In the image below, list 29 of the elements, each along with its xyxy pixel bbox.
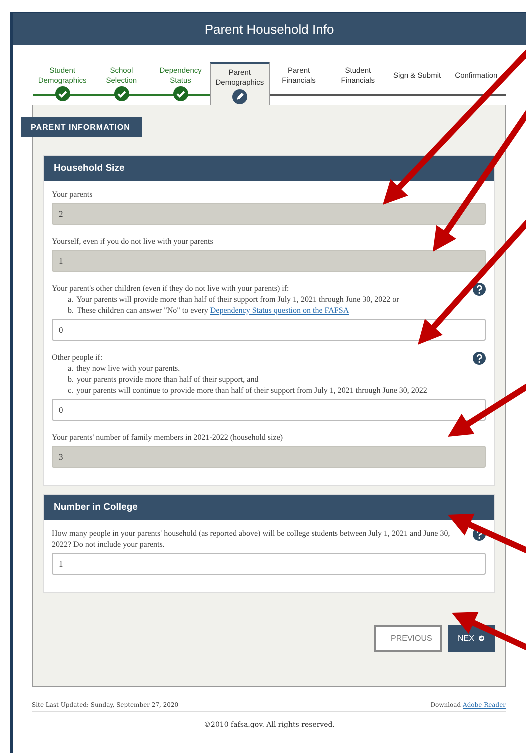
number-field[interactable]: 1 [52, 553, 486, 575]
list-text: These children can answer "No" to every Dependency Status question on the FAFSA [77, 305, 350, 316]
check-icon [54, 86, 71, 102]
list-marker: a. [68, 294, 74, 305]
section-header: Household Size [44, 156, 494, 181]
list-text: Your parents will provide more than half of their support from July 1, 2021 through June 30, 2022 or [76, 294, 400, 305]
list-marker: b. [68, 374, 74, 385]
right-arrow-icon [479, 634, 485, 643]
check-icon [114, 86, 130, 102]
page-title: Parent Household Info [13, 13, 526, 45]
field-label: Other people if: [52, 352, 104, 363]
list-text: your parents provide more than half of their support, and [77, 374, 259, 385]
list-text: your parents will continue to provide more than half of their support from July 1, 2021 through June 30, 2022 [76, 385, 428, 396]
section-header: Number in College [44, 495, 494, 520]
number-field[interactable]: 0 [52, 399, 486, 421]
field-label: How many people in your parents' household (as reported above) will be college students between July 1, 2021 and June 30, 2022? Do not include your parents. [52, 528, 452, 550]
list-marker: a. [68, 363, 74, 374]
field-label: Your parents [52, 189, 94, 200]
field-label: Yourself, even if you do not live with your parents [52, 236, 214, 247]
field-label: Your parents' number of family members in 2021-2022 (household size) [52, 432, 284, 443]
number-field[interactable]: 0 [52, 319, 486, 341]
pencil-icon [232, 89, 248, 105]
list-marker: c. [68, 385, 74, 396]
check-icon [172, 86, 189, 102]
faq-link[interactable]: Dependency Status question on the FAFSA [210, 306, 350, 315]
list-text: they now live with your parents. [76, 363, 180, 374]
list-marker: b. [68, 305, 74, 316]
field-label: Your parent's other children (even if they do not live with your parents) if: [52, 283, 290, 294]
previous-button[interactable]: PREVIOUS [374, 625, 442, 652]
